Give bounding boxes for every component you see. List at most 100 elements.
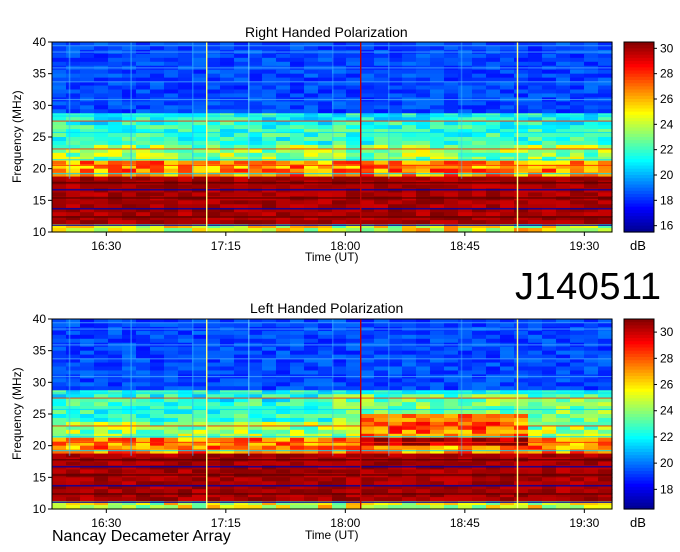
heatmap-cell [108, 45, 123, 51]
heatmap-cell [500, 429, 515, 435]
heatmap-cell [556, 330, 571, 336]
heatmap-cell [332, 45, 347, 51]
heatmap-cell [500, 125, 515, 130]
heatmap-cell [500, 89, 515, 95]
heatmap-cell [108, 410, 123, 415]
heatmap-cell [388, 477, 403, 482]
heatmap-cell [108, 121, 123, 126]
heatmap-cell [472, 140, 487, 146]
heatmap-cell [276, 133, 291, 138]
heatmap-cell [444, 85, 459, 91]
heatmap-cell [514, 453, 529, 459]
heatmap-cell [556, 220, 571, 225]
heatmap-cell [472, 445, 487, 451]
heatmap-cell [472, 338, 487, 344]
heatmap-cell [276, 156, 291, 162]
heatmap-cell [374, 140, 389, 146]
heatmap-cell [304, 57, 319, 63]
heatmap-cell [290, 220, 305, 225]
heatmap-cell [416, 212, 431, 217]
heatmap-cell [346, 192, 361, 197]
heatmap-cell [80, 417, 95, 423]
heatmap-cell [136, 370, 151, 376]
heatmap-cell [66, 137, 81, 142]
heatmap-cell [556, 362, 571, 368]
heatmap-cell [52, 69, 67, 75]
heatmap-cell [122, 212, 137, 217]
heatmap-cell [430, 366, 445, 372]
heatmap-cell [570, 137, 585, 142]
heatmap-cell [220, 402, 235, 407]
colorbar-tick-label: 22 [660, 430, 674, 444]
heatmap-cell [486, 45, 501, 51]
heatmap-cell [122, 137, 137, 142]
colorbar-tick-label: 26 [660, 92, 674, 106]
heatmap-cell [80, 73, 95, 79]
heatmap-cell [304, 61, 319, 67]
heatmap-cell [80, 362, 95, 368]
heatmap-cell [178, 445, 193, 451]
heatmap-cell [402, 330, 417, 336]
heatmap-cell [164, 125, 179, 130]
heatmap-cell [374, 382, 389, 387]
heatmap-cell [276, 497, 291, 502]
heatmap-cell [472, 469, 487, 474]
heatmap-cell [220, 398, 235, 403]
heatmap-cell [402, 386, 417, 391]
heatmap-cell [556, 322, 571, 328]
heatmap-cell [248, 338, 263, 344]
heatmap-cell [234, 382, 249, 387]
heatmap-cell [528, 334, 543, 340]
heatmap-cell [248, 445, 263, 451]
heatmap-cell [332, 497, 347, 502]
heatmap-cell [528, 192, 543, 197]
heatmap-cell [332, 433, 347, 439]
heatmap-cell [542, 69, 557, 75]
heatmap-cell [346, 398, 361, 403]
heatmap-cell [584, 386, 599, 391]
heatmap-cell [52, 402, 67, 407]
x-tick-label: 16:30 [91, 239, 121, 253]
heatmap-cell [360, 461, 375, 467]
heatmap-cell [388, 192, 403, 197]
heatmap-cell [178, 330, 193, 336]
heatmap-cell [94, 334, 109, 340]
heatmap-cell [80, 437, 95, 443]
heatmap-cell [66, 334, 81, 340]
heatmap-cell [220, 125, 235, 130]
heatmap-cell [584, 160, 599, 166]
heatmap-cell [444, 57, 459, 63]
heatmap-cell [80, 57, 95, 63]
heatmap-cell [570, 61, 585, 67]
heatmap-cell [346, 101, 361, 106]
heatmap-cell [374, 330, 389, 336]
heatmap-cell [290, 148, 305, 154]
heatmap-cell [346, 200, 361, 205]
heatmap-cell [486, 429, 501, 435]
heatmap-cell [150, 101, 165, 106]
heatmap-cell [570, 414, 585, 419]
heatmap-cell [220, 362, 235, 368]
heatmap-cell [66, 366, 81, 372]
heatmap-cell [528, 366, 543, 372]
heatmap-cell [486, 338, 501, 344]
heatmap-cell [402, 121, 417, 126]
heatmap-cell [80, 140, 95, 146]
heatmap-cell [528, 200, 543, 205]
heatmap-cell [206, 137, 221, 142]
heatmap-cell [360, 382, 375, 387]
heatmap-cell [556, 176, 571, 182]
heatmap-cell [402, 362, 417, 368]
heatmap-cell [584, 469, 599, 474]
heatmap-cell [514, 105, 529, 110]
heatmap-cell [220, 410, 235, 415]
heatmap-cell [500, 386, 515, 391]
heatmap-cell [122, 105, 137, 110]
heatmap-cell [234, 370, 249, 376]
heatmap-cell [542, 45, 557, 51]
heatmap-cell [262, 330, 277, 336]
heatmap-cell [556, 445, 571, 451]
heatmap-cell [108, 382, 123, 387]
heatmap-cell [304, 176, 319, 182]
heatmap-cell [108, 53, 123, 59]
